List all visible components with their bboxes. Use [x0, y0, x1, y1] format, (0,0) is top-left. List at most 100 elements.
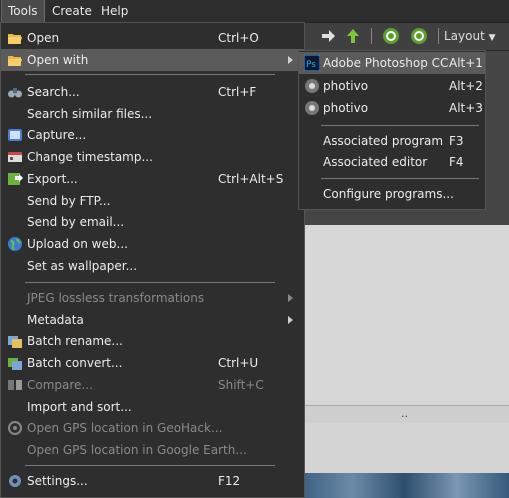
submenu-item-shortcut: Alt+3 — [449, 101, 483, 115]
menu-item-search[interactable]: Search... Ctrl+F — [1, 81, 304, 103]
menu-tools[interactable]: Tools — [1, 0, 45, 23]
menu-item-label: Send by email... — [27, 215, 125, 229]
submenu-item-associated-editor[interactable]: Associated editor F4 — [299, 151, 485, 173]
menu-item-label: Change timestamp... — [27, 150, 153, 164]
menu-item-capture[interactable]: Capture... — [1, 124, 304, 146]
submenu-item-associated-program[interactable]: Associated program F3 — [299, 130, 485, 152]
batch-rename-icon — [8, 336, 22, 348]
menu-item-batch-rename[interactable]: Batch rename... — [1, 330, 304, 352]
menu-item-label: Metadata — [27, 313, 84, 327]
menu-item-label: Open GPS location in GeoHack... — [27, 421, 223, 435]
menu-item-label: Export... — [27, 172, 78, 186]
submenu-item-photivo-1[interactable]: photivo Alt+2 — [299, 75, 485, 97]
photoshop-icon: Ps — [304, 55, 320, 71]
submenu-item-configure-programs[interactable]: Configure programs... — [299, 183, 485, 205]
submenu-item-photivo-2[interactable]: photivo Alt+3 — [299, 97, 485, 119]
menu-item-export[interactable]: Export... Ctrl+Alt+S — [1, 168, 304, 190]
menu-item-upload-web[interactable]: Upload on web... — [1, 233, 304, 255]
preview-lower-area — [300, 423, 509, 473]
thumbnail-strip — [300, 473, 509, 498]
preview-area — [300, 225, 509, 405]
menu-separator — [25, 465, 275, 466]
submenu-item-label: Adobe Photoshop CC — [323, 56, 449, 70]
menu-item-change-timestamp[interactable]: Change timestamp... — [1, 146, 304, 168]
menu-item-send-email[interactable]: Send by email... — [1, 211, 304, 233]
menu-item-gps-geohack: Open GPS location in GeoHack... — [1, 417, 304, 439]
submenu-item-label: photivo — [323, 101, 369, 115]
layout-button[interactable]: Layout ▼ — [444, 22, 496, 50]
menu-item-label: Import and sort... — [27, 400, 132, 414]
batch-convert-icon — [8, 358, 22, 370]
photivo-icon — [305, 101, 319, 115]
menu-item-label: Settings... — [27, 474, 88, 488]
gps-icon — [8, 421, 22, 435]
menu-item-label: Open GPS location in Google Earth... — [27, 443, 247, 457]
menu-item-set-wallpaper[interactable]: Set as wallpaper... — [1, 255, 304, 277]
menu-item-shortcut: Ctrl+F — [218, 85, 257, 99]
rotate-left-icon[interactable] — [382, 27, 400, 45]
menu-item-label: Set as wallpaper... — [27, 259, 138, 273]
menu-item-send-ftp[interactable]: Send by FTP... — [1, 190, 304, 212]
svg-text:Ps: Ps — [306, 60, 316, 70]
menu-item-label: Compare... — [27, 378, 93, 392]
menu-item-label: Upload on web... — [27, 237, 128, 251]
menu-item-search-similar[interactable]: Search similar files... — [1, 103, 304, 125]
capture-icon — [8, 129, 22, 141]
export-icon — [8, 173, 23, 185]
menu-item-label: Send by FTP... — [27, 194, 111, 208]
toolbar-separator — [438, 28, 439, 44]
menu-item-label: JPEG lossless transformations — [27, 291, 205, 305]
open-with-submenu: Ps Adobe Photoshop CC Alt+1 photivo Alt+… — [298, 50, 486, 210]
menu-item-import-sort[interactable]: Import and sort... — [1, 396, 304, 418]
menu-item-settings[interactable]: Settings... F12 — [1, 470, 304, 492]
submenu-item-label: Associated program — [323, 134, 444, 148]
folder-open-icon — [8, 34, 22, 44]
menu-separator — [25, 74, 275, 75]
submenu-item-label: Configure programs... — [323, 187, 454, 201]
menu-item-shortcut: Ctrl+Alt+S — [218, 172, 284, 186]
menu-create[interactable]: Create — [46, 0, 98, 22]
submenu-item-label: Associated editor — [323, 155, 428, 169]
menu-item-batch-convert[interactable]: Batch convert... Ctrl+U — [1, 352, 304, 374]
preview-bar-text: .. — [401, 407, 408, 420]
menu-item-gps-google-earth: Open GPS location in Google Earth... — [1, 439, 304, 461]
submenu-separator — [321, 125, 479, 126]
submenu-separator — [321, 178, 479, 179]
menu-item-label: Search similar files... — [27, 107, 153, 121]
photivo-icon — [305, 79, 319, 93]
tools-menu: Open Ctrl+O Open with Search... Ctrl+F S… — [0, 22, 305, 498]
submenu-item-shortcut: F3 — [449, 134, 464, 148]
binoculars-icon — [8, 88, 22, 98]
menu-item-metadata[interactable]: Metadata — [1, 309, 304, 331]
menu-item-shortcut: Ctrl+O — [218, 31, 259, 45]
menu-help[interactable]: Help — [95, 0, 134, 22]
chevron-down-icon: ▼ — [488, 33, 496, 43]
menu-item-jpeg-lossless: JPEG lossless transformations — [1, 287, 304, 309]
menu-item-open-with[interactable]: Open with — [1, 49, 304, 71]
toolbar-separator — [371, 28, 372, 44]
menu-item-label: Open with — [27, 53, 89, 67]
submenu-item-shortcut: Alt+1 — [449, 56, 483, 70]
menu-item-label: Open — [27, 31, 60, 45]
menubar: Tools Create Help — [0, 0, 509, 23]
menu-item-shortcut: F12 — [218, 474, 241, 488]
layout-label: Layout — [444, 29, 485, 43]
forward-arrow-icon[interactable] — [319, 27, 337, 45]
submenu-arrow-icon — [288, 294, 293, 302]
menu-item-shortcut: Shift+C — [218, 378, 264, 392]
submenu-item-shortcut: Alt+2 — [449, 79, 483, 93]
menu-item-label: Batch convert... — [27, 356, 123, 370]
menu-item-open[interactable]: Open Ctrl+O — [1, 27, 304, 49]
submenu-item-photoshop[interactable]: Ps Adobe Photoshop CC Alt+1 — [299, 52, 485, 74]
menu-item-compare: Compare... Shift+C — [1, 374, 304, 396]
gear-icon — [9, 475, 21, 487]
submenu-item-label: photivo — [323, 79, 369, 93]
submenu-arrow-icon — [288, 56, 293, 64]
submenu-arrow-icon — [288, 316, 293, 324]
submenu-item-shortcut: F4 — [449, 155, 464, 169]
rotate-right-icon[interactable] — [410, 27, 428, 45]
menu-item-label: Search... — [27, 85, 80, 99]
menu-separator — [25, 282, 275, 283]
globe-icon — [8, 237, 22, 251]
up-arrow-icon[interactable] — [344, 27, 362, 45]
